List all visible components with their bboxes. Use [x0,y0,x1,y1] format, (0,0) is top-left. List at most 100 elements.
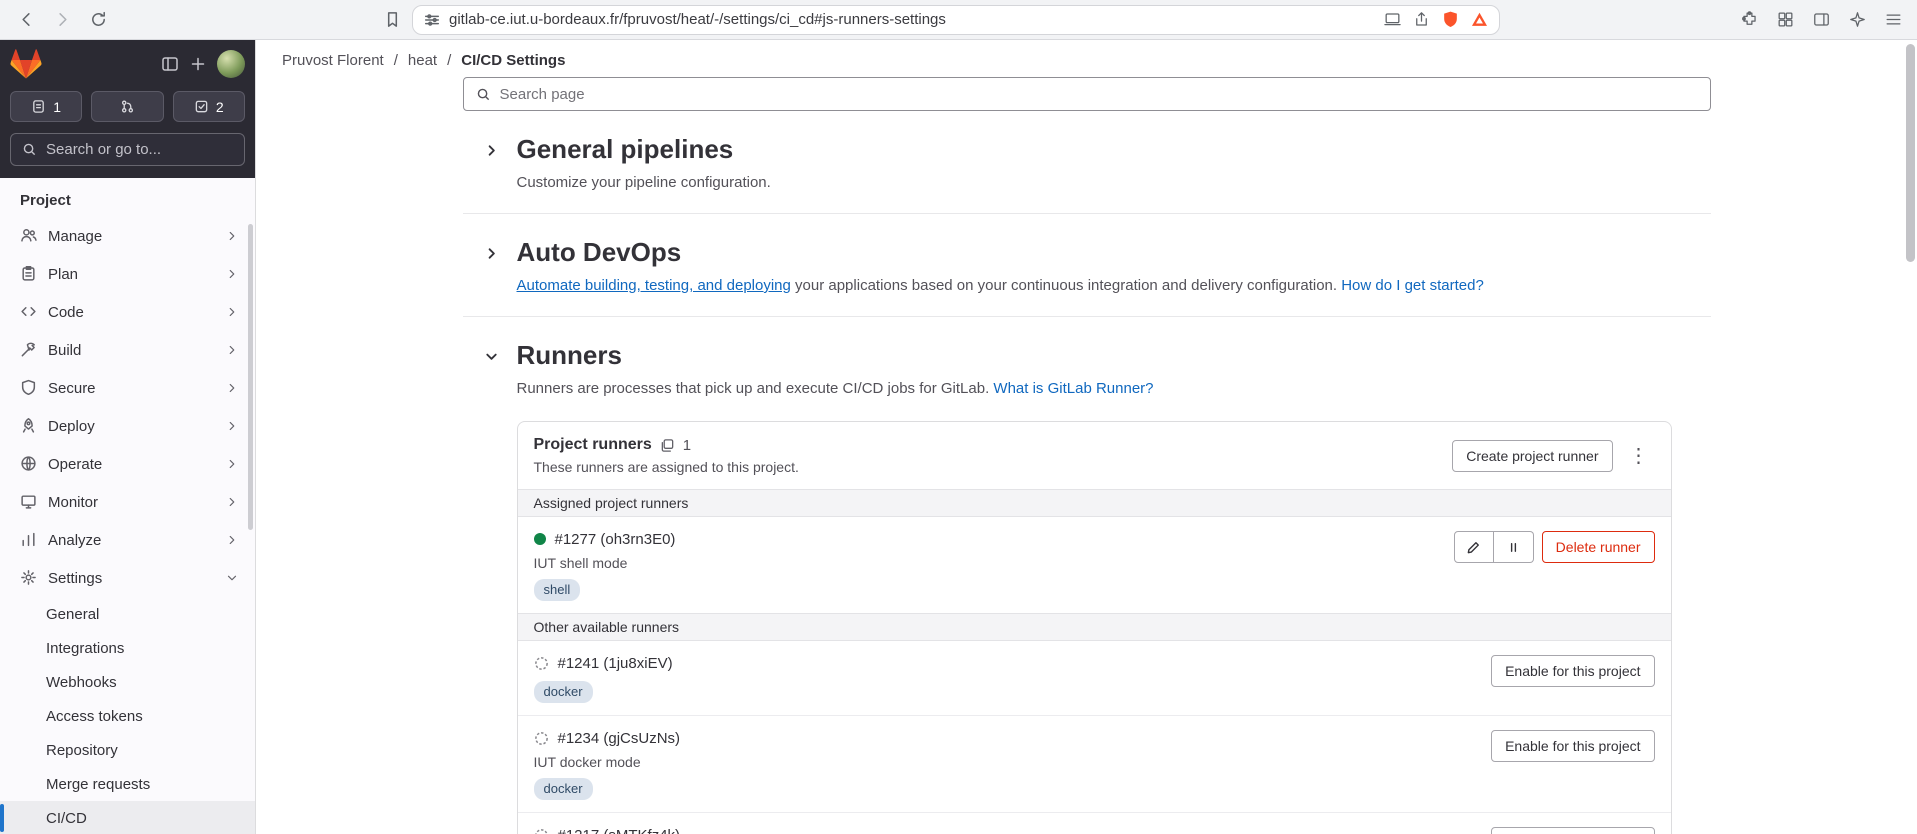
create-new-button[interactable] [189,55,207,73]
side-panel-icon [1813,13,1829,26]
leo-ai-button[interactable] [1843,4,1871,36]
runner-options-kebab-icon[interactable]: ⋮ [1623,442,1655,470]
puzzle-icon [1741,11,1756,25]
runner-id-link[interactable]: #1277 (oh3rn3E0) [555,531,676,548]
wallet-icon [1778,12,1792,27]
brave-rewards-icon[interactable] [1470,10,1489,29]
sidebar-item-label: Manage [48,227,103,245]
runner-stale-status-icon [534,828,549,834]
browser-menu-button[interactable] [1879,4,1907,36]
enable-runner-button[interactable]: Enable for this project [1491,730,1655,762]
page-scrollbar[interactable] [1906,44,1915,830]
subitem-label: Access tokens [46,707,143,725]
runner-tag-badge: docker [533,778,593,800]
runner-online-status-icon [533,533,546,545]
chevron-right-icon [229,459,235,469]
forward-button[interactable] [46,4,78,36]
sidebar-item-secure[interactable]: Secure [0,369,255,407]
breadcrumb-group-link[interactable]: Pruvost Florent [282,52,384,69]
pause-runner-button[interactable] [1493,531,1534,563]
sidebar-item-analyze[interactable]: Analyze [0,521,255,559]
expand-auto-devops-button[interactable] [483,244,501,262]
todos-shortcut-button[interactable]: 2 [172,91,245,122]
sidebar-subitem-repository[interactable]: Repository [0,733,255,767]
subitem-label: General [46,605,100,623]
install-app-icon[interactable] [1383,10,1402,29]
back-button[interactable] [10,4,42,36]
forward-arrow-icon [58,13,67,26]
general-pipelines-description: Customize your pipeline configuration. [516,174,771,191]
page-scrollbar-thumb[interactable] [1906,44,1915,262]
sidebar-item-operate[interactable]: Operate [0,445,255,483]
sidebar-item-plan[interactable]: Plan [0,255,255,293]
address-bar[interactable]: gitlab-ce.iut.u-bordeaux.fr/fpruvost/hea… [412,4,1500,35]
sidebar-item-settings[interactable]: Settings [0,559,255,597]
sidebar-subitem-merge-requests[interactable]: Merge requests [0,767,255,801]
runner-stale-status-icon [534,656,549,671]
sidebar-subitem-integrations[interactable]: Integrations [0,631,255,665]
runner-id-link[interactable]: #1241 (1ju8xiEV) [558,655,673,672]
pause-icon [1510,542,1516,552]
runner-tag-badge: shell [533,579,581,601]
auto-devops-title: Auto DevOps [516,237,682,267]
gitlab-logo[interactable] [10,49,42,79]
side-panel-icon [162,57,178,71]
brave-shields-icon[interactable] [1441,10,1460,29]
main-content: Pruvost Florent / heat / CI/CD Settings [256,40,1917,834]
wallet-button[interactable] [1771,4,1799,36]
sidebar-subitem-general[interactable]: General [0,597,255,631]
issues-icon [33,100,45,113]
sidebar-item-build[interactable]: Build [0,331,255,369]
delete-runner-button[interactable]: Delete runner [1541,531,1655,563]
subitem-label: Repository [46,741,118,759]
runner-id-link[interactable]: #1217 (sMTKfz4k) [558,827,681,834]
bookmark-button[interactable] [376,4,408,36]
chevron-down-icon [227,575,237,581]
what-is-gitlab-runner-link[interactable]: What is GitLab Runner? [993,380,1153,397]
sidebar-subitem-access-tokens[interactable]: Access tokens [0,699,255,733]
search-or-go-to[interactable]: Search or go to... [10,133,245,166]
edit-runner-button[interactable] [1453,531,1494,563]
share-icon[interactable] [1412,10,1431,29]
subitem-label: CI/CD [46,809,87,827]
runner-row: #1234 (gjCsUzNs) IUT docker mode docker … [517,715,1671,812]
how-do-i-get-started-link[interactable]: How do I get started? [1341,277,1484,294]
merge-requests-shortcut-button[interactable] [91,91,164,122]
chevron-right-icon [229,497,235,507]
runner-stale-status-icon [534,731,549,746]
enable-runner-button[interactable]: Enable for this project [1491,655,1655,687]
hamburger-menu-icon [1886,14,1900,25]
auto-devops-link[interactable]: Automate building, testing, and deployin… [517,277,791,294]
user-avatar[interactable] [217,50,245,78]
create-project-runner-button[interactable]: Create project runner [1452,439,1613,472]
url-text[interactable]: gitlab-ce.iut.u-bordeaux.fr/fpruvost/hea… [449,11,1375,28]
sidebar-header: 1 2 Search or go to... [0,40,255,178]
search-icon [23,143,36,156]
sidebar-item-monitor[interactable]: Monitor [0,483,255,521]
other-runners-header: Other available runners [517,613,1671,641]
pencil-icon [1467,541,1480,553]
enable-runner-button[interactable]: Enable for this project [1491,827,1655,834]
issues-shortcut-button[interactable]: 1 [10,91,83,122]
runner-id-link[interactable]: #1234 (gjCsUzNs) [558,730,681,747]
sidebar-toggle-button[interactable] [1807,4,1835,36]
page-search-input[interactable] [499,85,1698,103]
sidebar-item-label: Code [48,303,84,321]
code-icon [21,307,36,316]
breadcrumb-project-link[interactable]: heat [408,52,437,69]
sidebar-subitem-cicd[interactable]: CI/CD [0,801,255,834]
sidebar-item-manage[interactable]: Manage [0,217,255,255]
reload-button[interactable] [82,4,114,36]
expand-general-pipelines-button[interactable] [483,141,501,159]
sidebar-scrollbar[interactable] [248,224,253,530]
chevron-down-icon [486,353,497,360]
sidebar-item-deploy[interactable]: Deploy [0,407,255,445]
site-info-icon[interactable] [423,11,441,29]
collapse-sidebar-button[interactable] [161,55,179,73]
project-runners-title: Project runners [533,436,652,453]
extensions-button[interactable] [1735,4,1763,36]
build-hammer-icon [21,342,35,357]
collapse-runners-button[interactable] [483,347,501,365]
sidebar-item-code[interactable]: Code [0,293,255,331]
sidebar-subitem-webhooks[interactable]: Webhooks [0,665,255,699]
